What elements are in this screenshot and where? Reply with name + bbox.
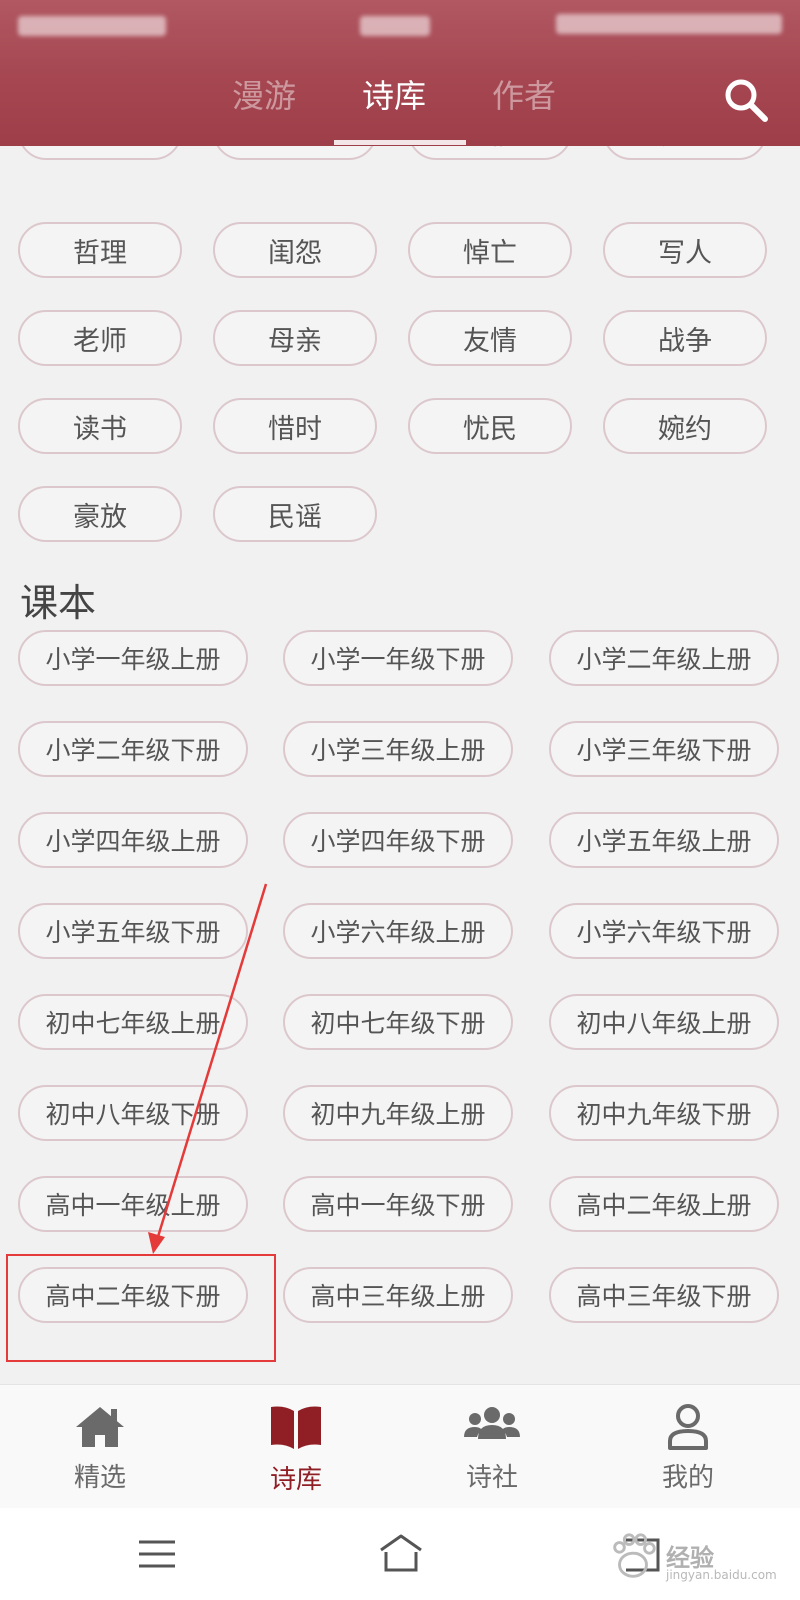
nav-item-featured[interactable]: 精选 [0, 1385, 200, 1509]
system-navigation-bar: 经验 jingyan.baidu.com [0, 1508, 800, 1600]
textbook-pill[interactable]: 小学三年级上册 [283, 721, 513, 777]
tag-pill[interactable]: 悼亡 [408, 222, 572, 278]
menu-icon[interactable] [133, 1530, 181, 1578]
search-icon[interactable] [722, 76, 770, 124]
nav-item-poetry-library[interactable]: 诗库 [196, 1385, 396, 1509]
tag-pill[interactable]: 战争 [603, 310, 767, 366]
textbook-pill[interactable]: 初中九年级下册 [549, 1085, 779, 1141]
textbook-pill[interactable]: 初中七年级上册 [18, 994, 248, 1050]
textbook-pill[interactable]: 小学四年级下册 [283, 812, 513, 868]
baidu-jingyan-watermark: 经验 jingyan.baidu.com [604, 1528, 777, 1588]
status-bar [0, 0, 800, 56]
tab-roam[interactable]: 漫游 [232, 76, 296, 116]
textbook-pill[interactable]: 小学五年级下册 [18, 903, 248, 959]
nav-label: 诗库 [269, 1465, 322, 1495]
textbook-pill[interactable]: 小学一年级上册 [18, 630, 248, 686]
tag-pill[interactable]: 忧民 [408, 398, 572, 454]
textbook-pill[interactable]: 高中三年级下册 [549, 1267, 779, 1323]
tag-pill[interactable]: 婉约 [603, 398, 767, 454]
status-left-blurred [18, 16, 166, 36]
tag-pill[interactable]: 读书 [18, 398, 182, 454]
textbook-pill[interactable]: 初中九年级上册 [283, 1085, 513, 1141]
textbook-pill[interactable]: 小学一年级下册 [283, 630, 513, 686]
textbook-pill[interactable]: 高中二年级上册 [549, 1176, 779, 1232]
tag-pill[interactable]: 闺怨 [213, 222, 377, 278]
nav-item-poetry-club[interactable]: 诗社 [392, 1385, 592, 1509]
textbook-pill[interactable]: 小学三年级下册 [549, 721, 779, 777]
textbook-pill[interactable]: 小学二年级上册 [549, 630, 779, 686]
active-tab-indicator [334, 140, 466, 145]
textbook-pill[interactable]: 初中八年级上册 [549, 994, 779, 1050]
home-icon [76, 1407, 124, 1447]
tag-pill[interactable]: 哲理 [18, 222, 182, 278]
nav-label: 精选 [73, 1463, 126, 1493]
nav-label: 我的 [661, 1463, 714, 1493]
nav-label: 诗社 [465, 1463, 518, 1493]
tag-pill[interactable]: 母亲 [213, 310, 377, 366]
textbook-section-title: 课本 [20, 581, 97, 625]
tag-pill[interactable]: 豪放 [18, 486, 182, 542]
paw-logo-icon [613, 1533, 656, 1578]
tag-pill[interactable]: 惜时 [213, 398, 377, 454]
status-right-blurred [556, 14, 782, 34]
top-tabs: 漫游 诗库 作者 [0, 66, 800, 146]
tag-pill[interactable]: 励志 [603, 146, 767, 160]
tab-poetry-library[interactable]: 诗库 [362, 76, 426, 116]
status-center-blurred [360, 16, 430, 36]
textbook-pill[interactable]: 初中七年级下册 [283, 994, 513, 1050]
textbook-pill[interactable]: 小学五年级上册 [549, 812, 779, 868]
textbook-pill[interactable]: 高中一年级下册 [283, 1176, 513, 1232]
annotation-highlight-box [6, 1254, 276, 1362]
tag-pill[interactable]: 民谣 [213, 486, 377, 542]
nav-item-mine[interactable]: 我的 [588, 1385, 788, 1509]
textbook-pill[interactable]: 小学二年级下册 [18, 721, 248, 777]
app-header: 漫游 诗库 作者 [0, 0, 800, 146]
textbook-pill[interactable]: 小学四年级上册 [18, 812, 248, 868]
textbook-pill[interactable]: 小学六年级下册 [549, 903, 779, 959]
textbook-pill[interactable]: 小学六年级上册 [283, 903, 513, 959]
tag-pill[interactable]: 友情 [408, 310, 572, 366]
watermark-subtext: jingyan.baidu.com [666, 1568, 777, 1582]
group-icon [464, 1407, 520, 1439]
textbook-pill[interactable]: 高中一年级上册 [18, 1176, 248, 1232]
user-icon [668, 1404, 708, 1450]
textbook-pill[interactable]: 初中八年级下册 [18, 1085, 248, 1141]
bottom-navigation: 精选 诗库 诗社 我的 [0, 1384, 800, 1508]
tag-pill[interactable]: 写人 [603, 222, 767, 278]
tag-pill[interactable]: 思念 [213, 146, 377, 160]
home-button-icon[interactable] [374, 1530, 428, 1578]
textbook-pill[interactable]: 高中三年级上册 [283, 1267, 513, 1323]
library-content: 思乡 思念 爱情 励志 哲理 闺怨 悼亡 写人 老师 母亲 友情 战争 读书 惜… [0, 146, 800, 1384]
tag-pill[interactable]: 老师 [18, 310, 182, 366]
tab-authors[interactable]: 作者 [492, 76, 556, 116]
tag-pill[interactable]: 思乡 [18, 146, 182, 160]
book-icon [271, 1406, 321, 1449]
tag-pill[interactable]: 爱情 [408, 146, 572, 160]
